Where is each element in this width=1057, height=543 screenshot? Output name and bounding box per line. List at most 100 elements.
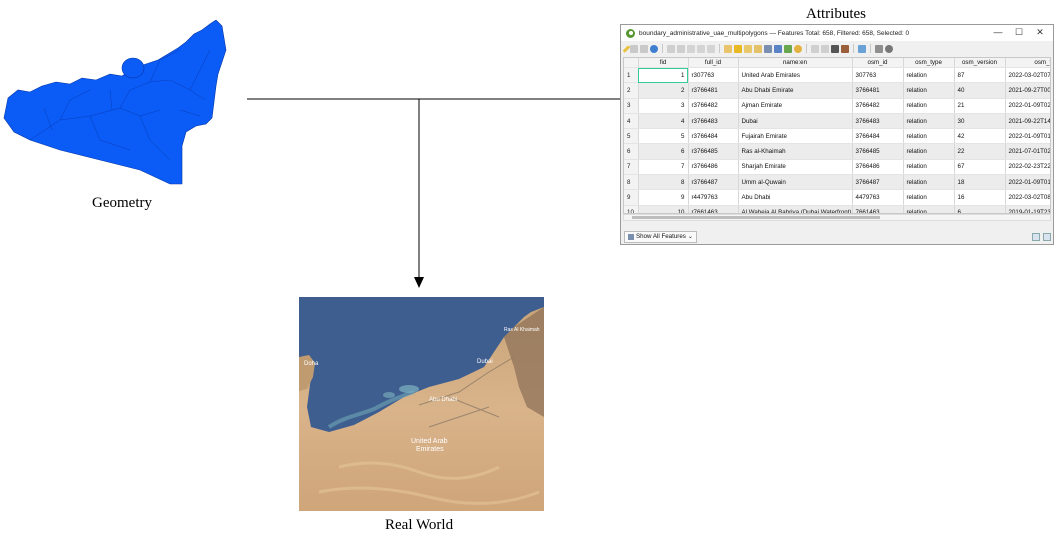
- table-cell-fid[interactable]: 2: [638, 82, 689, 99]
- conditional-format-icon[interactable]: [841, 44, 849, 53]
- table-cell-name[interactable]: Abu Dhabi: [738, 189, 853, 206]
- row-number[interactable]: 10: [624, 205, 639, 213]
- select-expression-icon[interactable]: [724, 44, 732, 53]
- table-view-icon[interactable]: [1043, 233, 1051, 241]
- copy-icon[interactable]: [697, 44, 705, 53]
- table-cell-osm_type[interactable]: relation: [903, 82, 955, 99]
- table-cell-osm_id[interactable]: 3766485: [852, 143, 904, 160]
- table-cell-osm_id[interactable]: 3766481: [852, 82, 904, 99]
- multi-edit-icon[interactable]: [630, 44, 638, 53]
- table-cell-ts[interactable]: 2021-09-27T00:: [1005, 82, 1050, 99]
- table-cell-full_id[interactable]: r3766487: [688, 174, 739, 191]
- column-header-osm-type[interactable]: osm_type: [903, 58, 955, 68]
- table-cell-osm_version[interactable]: 40: [954, 82, 1006, 99]
- horizontal-scrollbar[interactable]: [623, 214, 1051, 221]
- field-calculator-icon[interactable]: [831, 44, 839, 53]
- table-cell-osm_version[interactable]: 30: [954, 113, 1006, 130]
- table-cell-osm_type[interactable]: relation: [903, 143, 955, 160]
- table-cell-osm_type[interactable]: relation: [903, 67, 955, 84]
- table-row[interactable]: 10 10 r7661463 Al Waheja Al Bahriya (Dubai …: [624, 205, 1050, 213]
- column-header-osm-version[interactable]: osm_version: [954, 58, 1006, 68]
- table-cell-full_id[interactable]: r3766483: [688, 113, 739, 130]
- table-cell-osm_type[interactable]: relation: [903, 205, 955, 213]
- table-row[interactable]: 3 3 r3766482 Ajman Emirate 3766482 relation 21…: [624, 98, 1050, 114]
- table-cell-osm_version[interactable]: 22: [954, 143, 1006, 160]
- table-cell-osm_type[interactable]: relation: [903, 113, 955, 130]
- table-cell-osm_type[interactable]: relation: [903, 159, 955, 176]
- table-cell-osm_version[interactable]: 67: [954, 159, 1006, 176]
- table-cell-ts[interactable]: 2022-01-09T02:: [1005, 98, 1050, 114]
- move-top-icon[interactable]: [774, 44, 782, 53]
- pan-icon[interactable]: [784, 44, 792, 53]
- table-row[interactable]: 8 8 r3766487 Umm al-Quwain 3766487 relation 18…: [624, 174, 1050, 191]
- table-cell-name[interactable]: Umm al-Quwain: [738, 174, 853, 191]
- table-cell-fid[interactable]: 9: [638, 189, 689, 206]
- scrollbar-thumb[interactable]: [632, 216, 880, 219]
- table-cell-full_id[interactable]: r3766485: [688, 143, 739, 160]
- actions-icon[interactable]: [858, 44, 866, 53]
- table-cell-osm_id[interactable]: 3766486: [852, 159, 904, 176]
- table-cell-full_id[interactable]: r3766486: [688, 159, 739, 176]
- table-cell-ts[interactable]: 2022-02-23T22:: [1005, 159, 1050, 176]
- row-number[interactable]: 6: [624, 143, 639, 160]
- table-cell-ts[interactable]: 2022-01-09T01:: [1005, 174, 1050, 191]
- table-cell-name[interactable]: Sharjah Emirate: [738, 159, 853, 176]
- table-cell-fid[interactable]: 1: [638, 67, 689, 84]
- close-button[interactable]: ✕: [1033, 27, 1047, 38]
- table-cell-osm_version[interactable]: 16: [954, 189, 1006, 206]
- table-cell-fid[interactable]: 10: [638, 205, 689, 213]
- table-cell-ts[interactable]: 2019-01-19T23:: [1005, 205, 1050, 213]
- table-cell-fid[interactable]: 8: [638, 174, 689, 191]
- table-cell-name[interactable]: Dubai: [738, 113, 853, 130]
- zoom-icon[interactable]: [794, 44, 802, 53]
- row-number[interactable]: 5: [624, 128, 639, 145]
- row-number[interactable]: 7: [624, 159, 639, 176]
- minimize-button[interactable]: —: [991, 27, 1005, 37]
- table-cell-name[interactable]: Abu Dhabi Emirate: [738, 82, 853, 99]
- table-cell-full_id[interactable]: r7661463: [688, 205, 739, 213]
- table-cell-osm_version[interactable]: 42: [954, 128, 1006, 145]
- table-row[interactable]: 7 7 r3766486 Sharjah Emirate 3766486 relation…: [624, 159, 1050, 176]
- table-cell-osm_type[interactable]: relation: [903, 128, 955, 145]
- table-cell-name[interactable]: Ras al-Khaimah: [738, 143, 853, 160]
- table-cell-name[interactable]: Fujairah Emirate: [738, 128, 853, 145]
- select-all-icon[interactable]: [734, 44, 742, 53]
- table-cell-osm_id[interactable]: 307763: [852, 67, 904, 84]
- table-cell-osm_version[interactable]: 18: [954, 174, 1006, 191]
- column-header-osm-id[interactable]: osm_id: [852, 58, 904, 68]
- settings-icon[interactable]: [885, 44, 893, 53]
- row-number[interactable]: 8: [624, 174, 639, 191]
- maximize-button[interactable]: ☐: [1012, 27, 1026, 38]
- table-cell-full_id[interactable]: r307763: [688, 67, 739, 84]
- table-cell-osm_version[interactable]: 21: [954, 98, 1006, 114]
- filter-icon[interactable]: [764, 44, 772, 53]
- deselect-icon[interactable]: [754, 44, 762, 53]
- add-feature-icon[interactable]: [667, 44, 675, 53]
- table-row[interactable]: 1 1 r307763 United Arab Emirates 307763 relat…: [624, 67, 1050, 84]
- invert-selection-icon[interactable]: [744, 44, 752, 53]
- table-cell-osm_id[interactable]: 3766487: [852, 174, 904, 191]
- column-header-full-id[interactable]: full_id: [688, 58, 739, 68]
- form-view-icon[interactable]: [1032, 233, 1040, 241]
- table-cell-osm_id[interactable]: 3766482: [852, 98, 904, 114]
- column-header-fid[interactable]: fid: [638, 58, 689, 68]
- reload-icon[interactable]: [650, 44, 658, 53]
- table-row[interactable]: 9 9 r4479763 Abu Dhabi 4479763 relation 16 2022…: [624, 189, 1050, 206]
- table-cell-ts[interactable]: 2022-03-02T07:: [1005, 67, 1050, 84]
- dock-icon[interactable]: [875, 44, 883, 53]
- table-cell-osm_version[interactable]: 6: [954, 205, 1006, 213]
- row-number[interactable]: 9: [624, 189, 639, 206]
- show-all-features-button[interactable]: Show All Features ⌄: [624, 231, 698, 243]
- new-field-icon[interactable]: [811, 44, 819, 53]
- column-header-name-en[interactable]: name:en: [738, 58, 853, 68]
- save-edits-icon[interactable]: [640, 44, 648, 53]
- row-number[interactable]: 1: [624, 67, 639, 84]
- paste-icon[interactable]: [707, 44, 715, 53]
- table-cell-full_id[interactable]: r3766481: [688, 82, 739, 99]
- table-cell-fid[interactable]: 6: [638, 143, 689, 160]
- column-header-osm-timestamp[interactable]: osm_timestam: [1005, 58, 1050, 68]
- delete-field-icon[interactable]: [821, 44, 829, 53]
- table-cell-name[interactable]: Al Waheja Al Bahriya (Dubai Waterfront): [738, 205, 853, 213]
- table-cell-fid[interactable]: 5: [638, 128, 689, 145]
- table-cell-osm_id[interactable]: 7661463: [852, 205, 904, 213]
